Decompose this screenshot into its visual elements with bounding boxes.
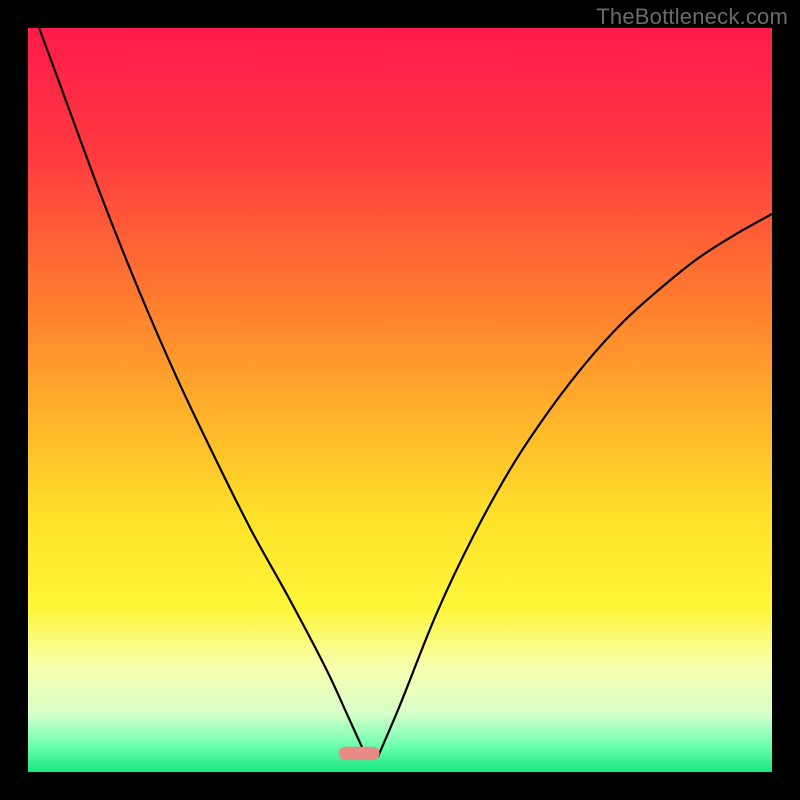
chart-frame: TheBottleneck.com	[0, 0, 800, 800]
watermark-text: TheBottleneck.com	[596, 4, 788, 30]
optimum-marker	[339, 747, 380, 760]
gradient-background	[28, 28, 772, 772]
bottleneck-plot	[28, 28, 772, 772]
